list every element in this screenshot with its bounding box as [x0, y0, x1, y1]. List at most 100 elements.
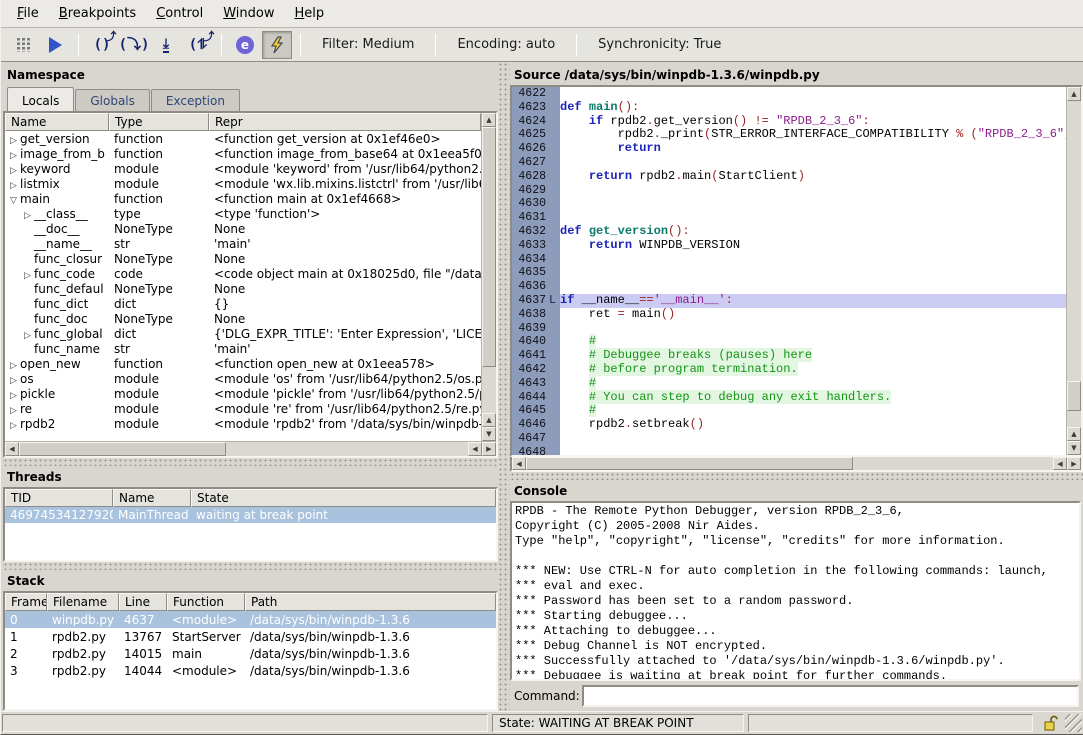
source-line[interactable]: ret = main() [560, 308, 1066, 322]
column-header-tid[interactable]: TID [5, 489, 113, 507]
source-line[interactable] [560, 211, 1066, 225]
source-vertical-scrollbar[interactable]: ▲ ▲ ▼ [1066, 87, 1081, 455]
source-line[interactable] [560, 184, 1066, 198]
menu-item-breakpoints[interactable]: Breakpoints [49, 2, 146, 25]
column-header-name[interactable]: Name [113, 489, 191, 507]
source-line[interactable]: # before program termination. [560, 363, 1066, 377]
scroll-up-icon[interactable]: ▲ [482, 113, 496, 127]
gutter-line[interactable]: 4623 [512, 101, 560, 115]
gutter-line[interactable]: 4643 [512, 377, 560, 391]
namespace-row[interactable]: __name__str'main' [5, 236, 481, 251]
go-button[interactable] [40, 31, 70, 59]
encoding-button[interactable]: e [230, 31, 260, 59]
gutter-line[interactable]: 4636 [512, 280, 560, 294]
source-line-current[interactable]: if __name__=='__main__': [560, 294, 1066, 308]
stack-frame-row[interactable]: 2rpdb2.py14015main/data/sys/bin/winpdb-1… [5, 645, 496, 662]
namespace-row[interactable]: ▷keywordmodule<module 'keyword' from '/u… [5, 161, 481, 176]
step-button[interactable]: (⤵) [119, 31, 149, 59]
gutter-line[interactable]: 4647 [512, 432, 560, 446]
source-line[interactable]: # [560, 404, 1066, 418]
tree-expand-icon[interactable]: ▷ [7, 376, 20, 386]
source-line[interactable]: rpdb2._print(STR_ERROR_INTERFACE_COMPATI… [560, 128, 1066, 142]
stack-frame-row[interactable]: 3rpdb2.py14044<module>/data/sys/bin/winp… [5, 662, 496, 679]
synchronicity-button[interactable] [262, 31, 292, 59]
splitter-handle[interactable] [510, 472, 1083, 480]
gutter-line[interactable]: 4638 [512, 308, 560, 322]
namespace-row[interactable]: func_namestr'main' [5, 341, 481, 356]
tree-expand-icon[interactable]: ▷ [21, 331, 34, 341]
tree-collapse-icon[interactable]: ▽ [7, 196, 20, 206]
column-header-frame[interactable]: Frame [5, 593, 47, 611]
column-header-filename[interactable]: Filename [47, 593, 119, 611]
scroll-down-icon[interactable]: ▼ [1067, 441, 1081, 455]
source-line[interactable] [560, 322, 1066, 336]
scroll-up-icon[interactable]: ▲ [482, 413, 496, 427]
namespace-row[interactable]: ▷func_globaldict{'DLG_EXPR_TITLE': 'Ente… [5, 326, 481, 341]
source-line[interactable] [560, 87, 1066, 101]
splitter-handle[interactable] [498, 62, 510, 711]
namespace-row[interactable]: func_closurNoneTypeNone [5, 251, 481, 266]
gutter-line[interactable]: 4624 [512, 115, 560, 129]
source-line[interactable] [560, 446, 1066, 455]
source-line[interactable] [560, 432, 1066, 446]
namespace-row[interactable]: ▷get_versionfunction<function get_versio… [5, 131, 481, 146]
source-line[interactable]: return WINPDB_VERSION [560, 239, 1066, 253]
gutter-line[interactable]: 4648 [512, 446, 560, 455]
return-button[interactable]: (⤴⥮ [183, 31, 213, 59]
gutter-line[interactable]: 4639 [512, 322, 560, 336]
source-line[interactable] [560, 156, 1066, 170]
menu-item-help[interactable]: Help [284, 2, 334, 25]
tab-locals[interactable]: Locals [7, 87, 74, 111]
gutter-line[interactable]: 4644 [512, 391, 560, 405]
stack-frame-row[interactable]: 1rpdb2.py13767StartServer/data/sys/bin/w… [5, 628, 496, 645]
source-line[interactable]: def get_version(): [560, 225, 1066, 239]
goto-button[interactable]: ⤓ [151, 31, 181, 59]
namespace-horizontal-scrollbar[interactable]: ◀ ◀ ▶ [5, 441, 496, 456]
menu-item-control[interactable]: Control [146, 2, 213, 25]
tab-globals[interactable]: Globals [75, 89, 150, 111]
gutter-line[interactable]: 4637L [512, 294, 560, 308]
namespace-row[interactable]: ▷__class__type<type 'function'> [5, 206, 481, 221]
gutter-line[interactable]: 4629 [512, 184, 560, 198]
namespace-vertical-scrollbar[interactable]: ▲ ▲ ▼ [481, 113, 496, 441]
tree-expand-icon[interactable]: ▷ [7, 391, 20, 401]
tree-expand-icon[interactable]: ▷ [7, 166, 20, 176]
namespace-row[interactable]: func_defaulNoneTypeNone [5, 281, 481, 296]
namespace-row[interactable]: __doc__NoneTypeNone [5, 221, 481, 236]
namespace-row[interactable]: ▷osmodule<module 'os' from '/usr/lib64/p… [5, 371, 481, 386]
scroll-right-icon[interactable]: ▶ [482, 442, 496, 456]
gutter-line[interactable]: 4627 [512, 156, 560, 170]
source-line[interactable]: # Debuggee breaks (pauses) here [560, 349, 1066, 363]
scroll-left-icon[interactable]: ◀ [512, 457, 526, 470]
column-header-state[interactable]: State [191, 489, 496, 507]
scroll-left-icon[interactable]: ◀ [5, 442, 19, 456]
source-line[interactable] [560, 197, 1066, 211]
source-line[interactable]: return rpdb2.main(StartClient) [560, 170, 1066, 184]
namespace-row[interactable]: ▷func_codecode<code object main at 0x180… [5, 266, 481, 281]
gutter-line[interactable]: 4632 [512, 225, 560, 239]
scroll-left-icon[interactable]: ◀ [468, 442, 482, 456]
gutter-line[interactable]: 4625 [512, 128, 560, 142]
namespace-row[interactable]: ▷open_newfunction<function open_new at 0… [5, 356, 481, 371]
menu-item-window[interactable]: Window [213, 2, 284, 25]
column-header-repr[interactable]: Repr [209, 113, 481, 131]
namespace-row[interactable]: func_dictdict{} [5, 296, 481, 311]
scroll-left-icon[interactable]: ◀ [1053, 457, 1067, 470]
gutter-line[interactable]: 4626 [512, 142, 560, 156]
tree-expand-icon[interactable]: ▷ [7, 406, 20, 416]
tree-expand-icon[interactable]: ▷ [21, 271, 34, 281]
namespace-row[interactable]: ▷listmixmodule<module 'wx.lib.mixins.lis… [5, 176, 481, 191]
source-line[interactable] [560, 280, 1066, 294]
source-line[interactable]: # [560, 335, 1066, 349]
scroll-right-icon[interactable]: ▶ [1067, 457, 1081, 470]
source-line[interactable]: return [560, 142, 1066, 156]
column-header-function[interactable]: Function [167, 593, 245, 611]
scroll-up-icon[interactable]: ▲ [1067, 87, 1081, 101]
tree-expand-icon[interactable]: ▷ [7, 136, 20, 146]
namespace-row[interactable]: ▷remodule<module 're' from '/usr/lib64/p… [5, 401, 481, 416]
menu-item-file[interactable]: File [7, 2, 49, 25]
stack-frame-row[interactable]: 0winpdb.py4637<module>/data/sys/bin/winp… [5, 611, 496, 628]
gutter-line[interactable]: 4631 [512, 211, 560, 225]
gutter-line[interactable]: 4622 [512, 87, 560, 101]
column-header-name[interactable]: Name [5, 113, 109, 131]
